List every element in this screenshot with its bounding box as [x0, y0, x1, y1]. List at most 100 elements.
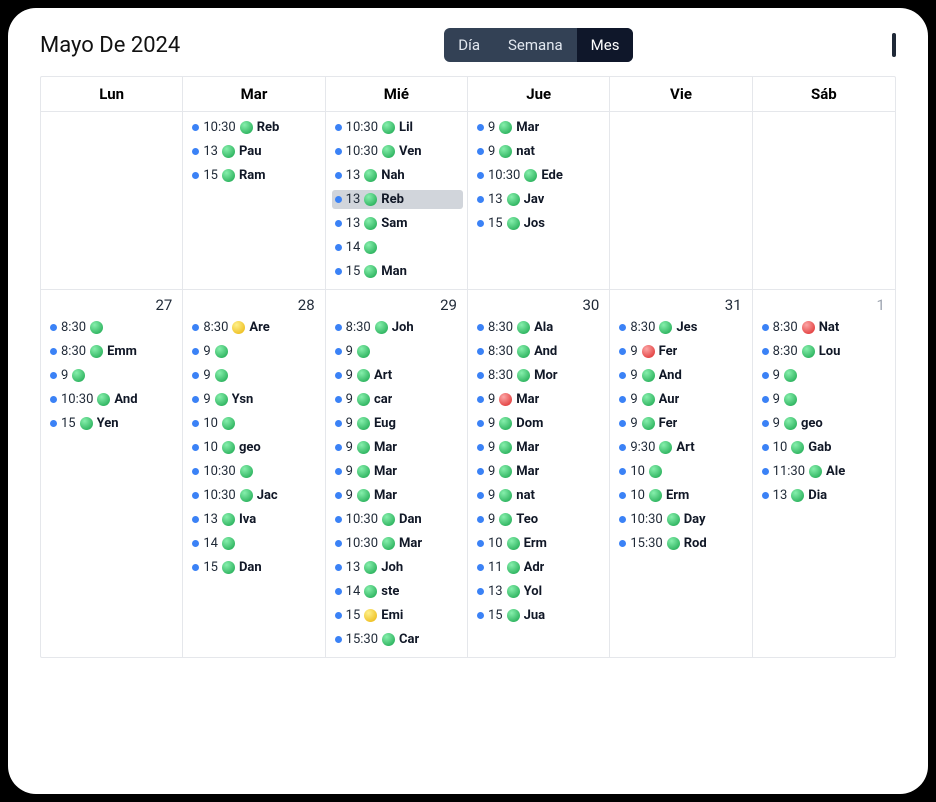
calendar-event[interactable]: 10:30Lil [332, 118, 463, 137]
calendar-event[interactable]: 13Yol [474, 582, 605, 601]
calendar-event[interactable]: 10:30Dan [332, 510, 463, 529]
calendar-event[interactable]: 13Dia [759, 486, 891, 505]
calendar-event[interactable]: 9Mar [474, 390, 605, 409]
calendar-event[interactable]: 8:30Jes [616, 318, 747, 337]
event-name: Mar [516, 392, 539, 407]
calendar-event[interactable]: 8:30Mor [474, 366, 605, 385]
calendar-event[interactable]: 8:30Lou [759, 342, 891, 361]
calendar-event[interactable]: 15Jos [474, 214, 605, 233]
calendar-event[interactable]: 13Jav [474, 190, 605, 209]
calendar-event[interactable]: 9Mar [332, 438, 463, 457]
calendar-event[interactable]: 9Eug [332, 414, 463, 433]
calendar-event[interactable]: 9Fer [616, 342, 747, 361]
calendar-event[interactable]: 9 [759, 390, 891, 409]
calendar-event[interactable]: 10Gab [759, 438, 891, 457]
calendar-event[interactable]: 15Man [332, 262, 463, 281]
calendar-event[interactable]: 9Mar [332, 462, 463, 481]
day-cell[interactable]: 10:30Lil 10:30Ven 13Nah 13Reb 13Sam 14 15Man [326, 112, 468, 289]
calendar-event[interactable]: 8:30Nat [759, 318, 891, 337]
calendar-event[interactable]: 13Joh [332, 558, 463, 577]
status-dot-icon [382, 121, 395, 134]
calendar-event[interactable]: 8:30 [47, 318, 178, 337]
calendar-event[interactable]: 10:30Day [616, 510, 747, 529]
calendar-event[interactable]: 8:30Are [189, 318, 320, 337]
day-cell[interactable]: 318:30Jes9Fer9And9Aur9Fer9:30Art1010Erm1… [610, 290, 752, 657]
calendar-event[interactable]: 10:30Ven [332, 142, 463, 161]
calendar-event[interactable]: 9 [759, 366, 891, 385]
day-cell[interactable] [41, 112, 183, 289]
calendar-event[interactable]: 13Sam [332, 214, 463, 233]
calendar-event[interactable]: 9Dom [474, 414, 605, 433]
calendar-event[interactable]: 14 [189, 534, 320, 553]
event-bullet-icon [477, 196, 484, 203]
calendar-event[interactable]: 14ste [332, 582, 463, 601]
calendar-event[interactable]: 13Nah [332, 166, 463, 185]
calendar-event[interactable]: 10:30And [47, 390, 178, 409]
calendar-event[interactable]: 9And [616, 366, 747, 385]
event-time: 9 [630, 344, 637, 359]
calendar-event[interactable]: 9 [189, 342, 320, 361]
calendar-event[interactable]: 9 [189, 366, 320, 385]
calendar-event[interactable]: 8:30And [474, 342, 605, 361]
view-day-button[interactable]: Día [444, 28, 494, 62]
calendar-event[interactable]: 13Iva [189, 510, 320, 529]
day-cell[interactable]: 27 8:30 8:30Emm 9 10:30And 15Yen [41, 290, 183, 657]
calendar-event[interactable]: 10 [616, 462, 747, 481]
calendar-event[interactable]: 15Dan [189, 558, 320, 577]
calendar-event[interactable]: 15:30Rod [616, 534, 747, 553]
calendar-event[interactable]: 9nat [474, 142, 605, 161]
calendar-event[interactable]: 9Mar [332, 486, 463, 505]
calendar-event[interactable]: 10:30 [189, 462, 320, 481]
view-week-button[interactable]: Semana [494, 28, 577, 62]
calendar-event[interactable]: 8:30Joh [332, 318, 463, 337]
calendar-event[interactable]: 10:30Ede [474, 166, 605, 185]
calendar-event[interactable]: 9Mar [474, 462, 605, 481]
calendar-event[interactable]: 10Erm [474, 534, 605, 553]
calendar-event[interactable]: 9geo [759, 414, 891, 433]
day-cell[interactable]: 298:30Joh99Art9car9Eug9Mar9Mar9Mar10:30D… [326, 290, 468, 657]
calendar-event[interactable]: 13Pau [189, 142, 320, 161]
calendar-event[interactable]: 9nat [474, 486, 605, 505]
calendar-event[interactable]: 15Ram [189, 166, 320, 185]
calendar-event[interactable]: 9Ysn [189, 390, 320, 409]
calendar-event[interactable]: 9Fer [616, 414, 747, 433]
event-time: 9 [630, 368, 637, 383]
event-name: Nah [381, 168, 404, 183]
calendar-event[interactable]: 15Yen [47, 414, 178, 433]
calendar-event[interactable]: 9 [332, 342, 463, 361]
date-number: 27 [47, 296, 178, 314]
day-cell[interactable] [753, 112, 895, 289]
view-month-button[interactable]: Mes [577, 28, 634, 62]
day-cell[interactable]: 288:30Are999Ysn1010geo10:3010:30Jac13Iva… [183, 290, 325, 657]
calendar-event[interactable]: 9 [47, 366, 178, 385]
calendar-event[interactable]: 15:30Car [332, 630, 463, 649]
calendar-event[interactable]: 9car [332, 390, 463, 409]
calendar-event[interactable]: 15Emi [332, 606, 463, 625]
calendar-event[interactable]: 9Mar [474, 118, 605, 137]
calendar-event[interactable]: 10geo [189, 438, 320, 457]
day-cell[interactable]: 10:30Reb 13Pau 15Ram [183, 112, 325, 289]
calendar-event[interactable]: 9Art [332, 366, 463, 385]
day-cell[interactable]: 308:30Ala8:30And8:30Mor9Mar9Dom9Mar9Mar9… [468, 290, 610, 657]
day-cell[interactable] [610, 112, 752, 289]
calendar-event[interactable]: 11:30Ale [759, 462, 891, 481]
calendar-event[interactable]: 9Aur [616, 390, 747, 409]
calendar-event[interactable]: 11Adr [474, 558, 605, 577]
calendar-event[interactable]: 10:30Reb [189, 118, 320, 137]
calendar-event[interactable]: 9:30Art [616, 438, 747, 457]
calendar-event[interactable]: 15Jua [474, 606, 605, 625]
event-time: 10 [630, 488, 645, 503]
calendar-event[interactable]: 9Mar [474, 438, 605, 457]
calendar-event[interactable]: 10:30Jac [189, 486, 320, 505]
calendar-event[interactable]: 10:30Mar [332, 534, 463, 553]
calendar-event[interactable]: 14 [332, 238, 463, 257]
day-cell[interactable]: 9Mar 9nat 10:30Ede 13Jav 15Jos [468, 112, 610, 289]
day-cell[interactable]: 18:30Nat8:30Lou999geo10Gab11:30Ale13Dia [753, 290, 895, 657]
calendar-event[interactable]: 13Reb [332, 190, 463, 209]
calendar-event[interactable]: 8:30Ala [474, 318, 605, 337]
calendar-event[interactable]: 9Teo [474, 510, 605, 529]
calendar-event[interactable]: 10 [189, 414, 320, 433]
calendar-event[interactable]: 8:30Emm [47, 342, 178, 361]
calendar-event[interactable]: 10Erm [616, 486, 747, 505]
event-time: 13 [488, 584, 503, 599]
